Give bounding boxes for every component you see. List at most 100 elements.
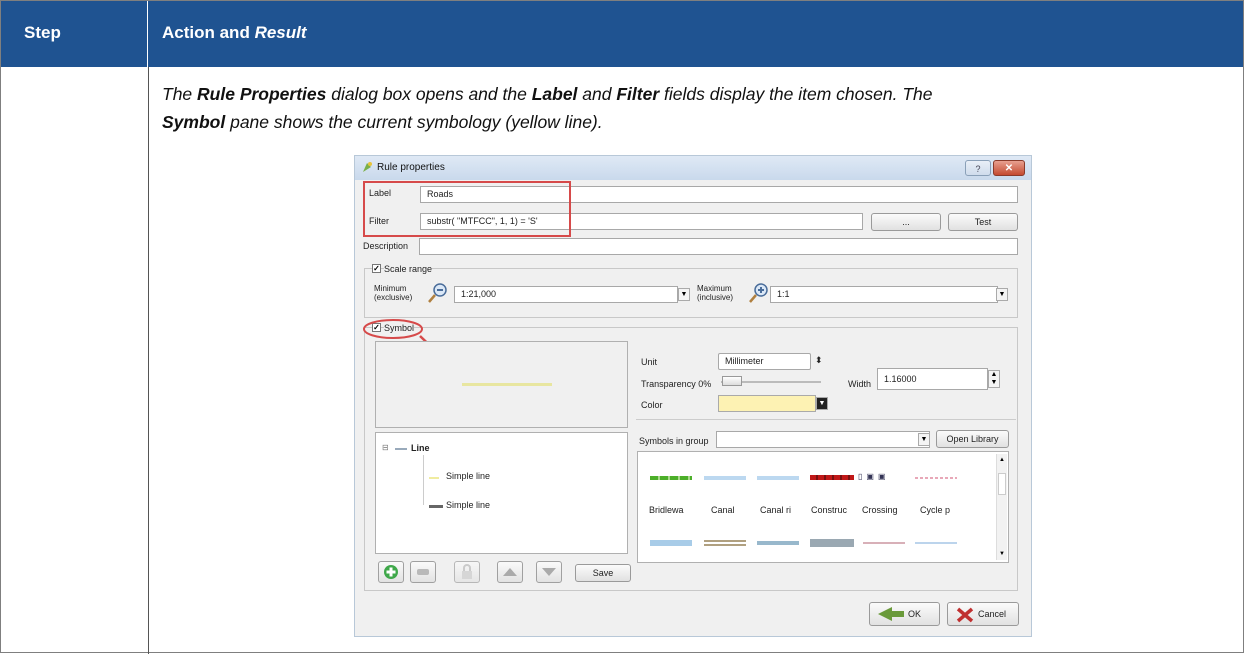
- desc-rule-properties: Rule Properties: [197, 84, 327, 104]
- color-dropdown-icon[interactable]: ▼: [816, 397, 828, 410]
- canal-swatch[interactable]: [704, 476, 746, 480]
- swatch-row2-2[interactable]: [704, 540, 746, 546]
- help-button[interactable]: ?: [965, 160, 991, 176]
- dialog-titlebar: Rule properties ? ✕: [355, 156, 1031, 180]
- scale-range-checkbox[interactable]: ✓: [372, 264, 381, 273]
- crossing-swatch[interactable]: ▯▣▣: [858, 472, 902, 481]
- maximum-inclusive-label: (inclusive): [697, 293, 734, 302]
- swatch-row2-1[interactable]: [650, 540, 692, 546]
- symbol-group-combo[interactable]: [716, 431, 930, 448]
- tree-item-simple-line-2[interactable]: Simple line: [446, 500, 490, 510]
- color-label: Color: [641, 400, 663, 410]
- save-button[interactable]: Save: [575, 564, 631, 582]
- action-header-text: Action and: [162, 23, 250, 42]
- move-up-button[interactable]: [497, 561, 523, 583]
- column-divider: [148, 67, 149, 654]
- desc-symbol: Symbol: [162, 112, 226, 132]
- tree-connector: [423, 455, 424, 505]
- test-button[interactable]: Test: [948, 213, 1018, 231]
- color-button[interactable]: [718, 395, 816, 412]
- library-item-bridleway[interactable]: Bridlewa: [649, 505, 684, 515]
- desc-text-2: dialog box opens and the: [326, 84, 532, 104]
- symbol-layer-tree[interactable]: ⊟ Line Simple line Simple line: [375, 432, 628, 554]
- step-header: Step: [24, 23, 61, 42]
- scroll-thumb[interactable]: [998, 473, 1006, 495]
- minimum-label: Minimum: [374, 284, 407, 293]
- library-item-construction[interactable]: Construc: [811, 505, 847, 515]
- close-button[interactable]: ✕: [993, 160, 1025, 176]
- symbol-library-list[interactable]: ▯▣▣ Bridlewa Canal Canal ri Construc Cro…: [637, 451, 1009, 563]
- desc-text-5: pane shows the current symbology (yellow…: [225, 112, 603, 132]
- symbols-in-group-label: Symbols in group: [639, 436, 709, 446]
- canal-river-swatch[interactable]: [757, 476, 799, 480]
- maximum-scale-combo[interactable]: 1:1: [770, 286, 998, 303]
- desc-text-3: and: [577, 84, 617, 104]
- ok-button[interactable]: OK: [869, 602, 940, 626]
- swatch-row2-6[interactable]: [915, 542, 957, 544]
- bridleway-swatch[interactable]: [650, 476, 692, 480]
- transparency-label: Transparency 0%: [641, 379, 712, 389]
- width-label: Width: [848, 379, 872, 389]
- library-item-canal-river[interactable]: Canal ri: [760, 505, 791, 515]
- maximum-label: Maximum: [697, 284, 732, 293]
- unit-spin-icon[interactable]: ⬍: [815, 355, 823, 366]
- unit-label: Unit: [641, 357, 658, 367]
- qgis-icon: [363, 162, 372, 172]
- description-field[interactable]: [419, 238, 1018, 255]
- library-scrollbar[interactable]: ▲ ▼: [996, 454, 1007, 560]
- swatch-row2-3[interactable]: [757, 541, 799, 545]
- swatch-row2-5[interactable]: [863, 542, 905, 544]
- expression-button[interactable]: ...: [871, 213, 941, 231]
- symbol-preview: [375, 341, 628, 428]
- scroll-up-icon[interactable]: ▲: [998, 456, 1006, 464]
- ok-arrow-icon: [878, 607, 904, 621]
- chevron-down-icon[interactable]: ▼: [996, 288, 1008, 301]
- table-header: Step Action and Result: [1, 1, 1243, 67]
- library-item-canal[interactable]: Canal: [711, 505, 735, 515]
- move-down-button[interactable]: [536, 561, 562, 583]
- cycle-path-swatch[interactable]: [915, 477, 957, 479]
- desc-label: Label: [531, 84, 578, 104]
- desc-text-1: The: [162, 84, 198, 104]
- swatch-row2-4[interactable]: [810, 539, 854, 547]
- result-header-text: Result: [254, 23, 307, 42]
- scroll-down-icon[interactable]: ▼: [998, 550, 1006, 558]
- dialog-title: Rule properties: [377, 162, 445, 173]
- yellow-line-preview: [462, 383, 552, 386]
- chevron-down-icon[interactable]: ▼: [918, 433, 930, 446]
- minimum-exclusive-label: (exclusive): [374, 293, 413, 302]
- scale-range-title: Scale range: [384, 264, 433, 274]
- simple-line-yellow-icon: [429, 477, 439, 479]
- transparency-slider-handle[interactable]: [722, 376, 742, 386]
- unit-combo[interactable]: Millimeter: [718, 353, 811, 370]
- cancel-x-icon: [956, 607, 974, 623]
- simple-line-dark-icon: [429, 505, 443, 508]
- minimum-scale-combo[interactable]: 1:21,000: [454, 286, 678, 303]
- tree-root-line[interactable]: Line: [411, 443, 430, 453]
- cancel-button[interactable]: Cancel: [947, 602, 1019, 626]
- action-result-header: Action and Result: [162, 23, 307, 43]
- zoom-out-icon[interactable]: [427, 282, 449, 304]
- divider: [636, 419, 1016, 420]
- cancel-label: Cancel: [978, 609, 1007, 619]
- tree-item-simple-line-1[interactable]: Simple line: [446, 471, 490, 481]
- line-icon: [395, 448, 407, 450]
- width-spinbox[interactable]: 1.16000: [877, 368, 988, 390]
- library-item-crossing[interactable]: Crossing: [862, 505, 898, 515]
- library-item-cycle-path[interactable]: Cycle p: [920, 505, 950, 515]
- open-library-button[interactable]: Open Library: [936, 430, 1009, 448]
- width-spin-arrows[interactable]: ▲ ▼: [988, 370, 1000, 388]
- add-layer-button[interactable]: [378, 561, 404, 583]
- lock-icon[interactable]: [454, 561, 480, 583]
- desc-text-4: fields display the item chosen. The: [659, 84, 933, 104]
- description-caption: Description: [363, 241, 409, 251]
- step-description: The Rule Properties dialog box opens and…: [162, 80, 1232, 136]
- construction-swatch[interactable]: [810, 475, 854, 480]
- remove-layer-button[interactable]: [410, 561, 436, 583]
- desc-filter: Filter: [616, 84, 660, 104]
- zoom-in-icon[interactable]: [748, 282, 770, 304]
- collapse-icon[interactable]: ⊟: [382, 443, 389, 452]
- label-filter-highlight: [363, 181, 571, 237]
- ok-label: OK: [908, 609, 922, 619]
- chevron-down-icon[interactable]: ▼: [678, 288, 690, 301]
